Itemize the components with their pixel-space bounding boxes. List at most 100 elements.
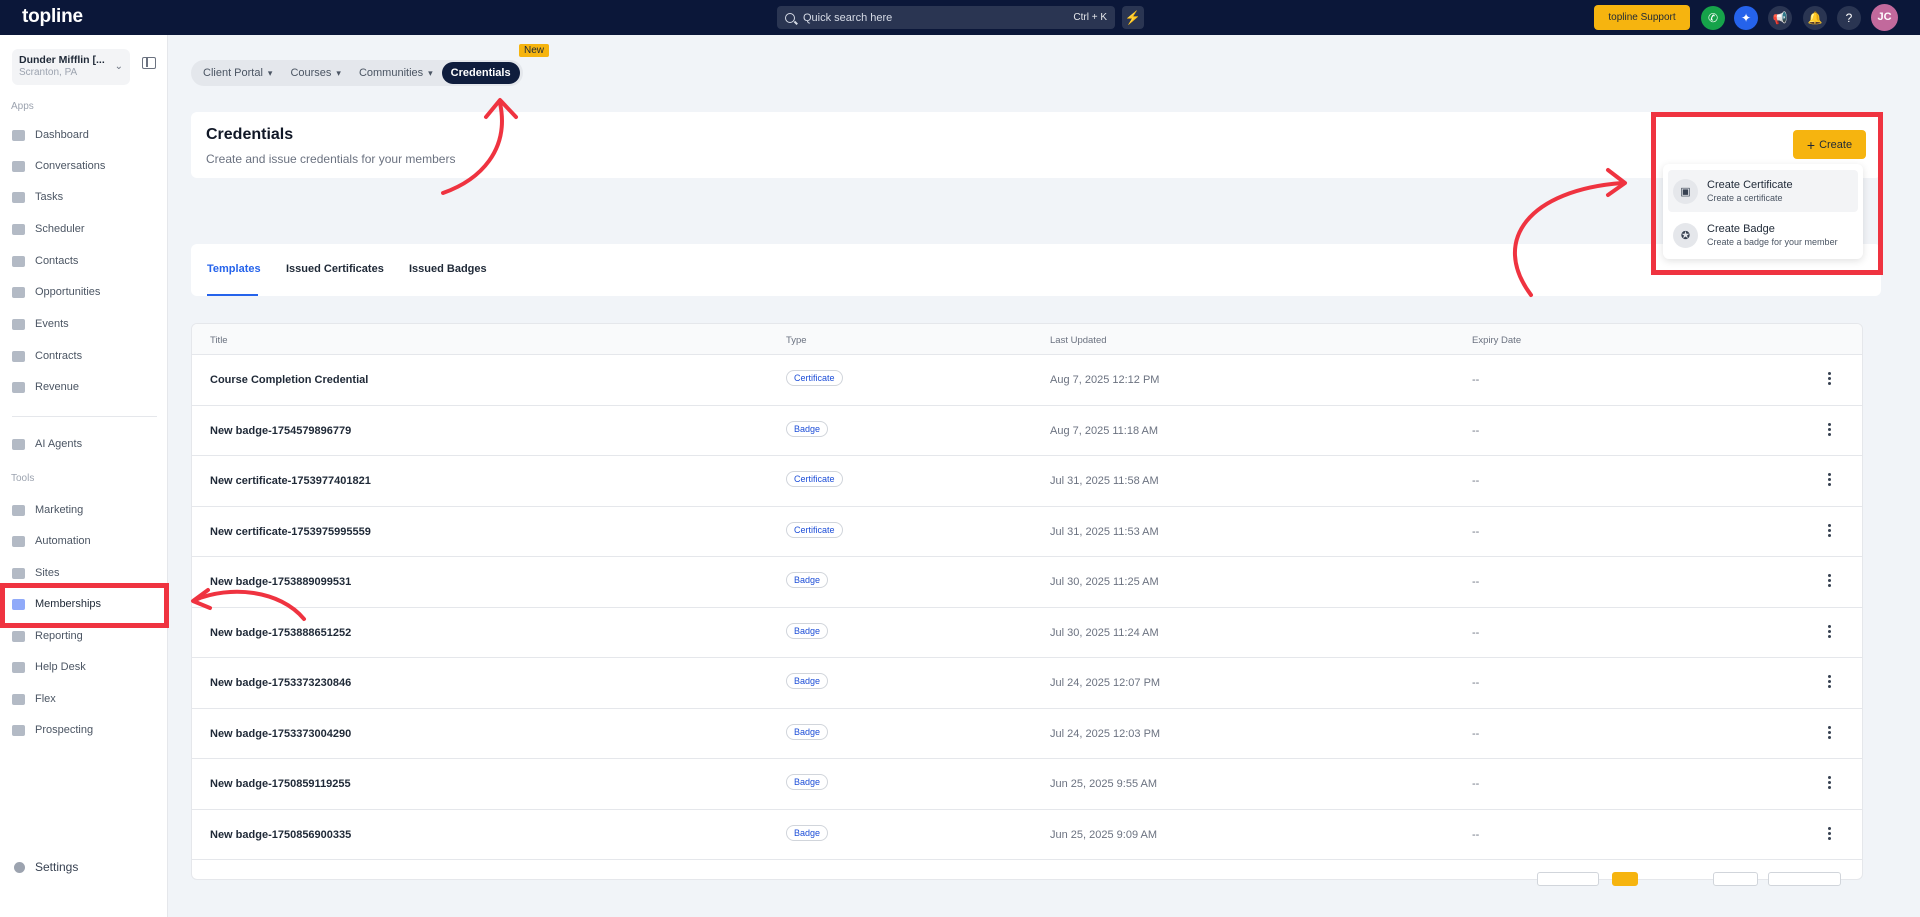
more-options-icon[interactable] <box>1828 523 1832 538</box>
row-last-updated: Aug 7, 2025 11:18 AM <box>1050 424 1159 437</box>
sidebar-item-prospecting[interactable]: Prospecting <box>12 720 93 740</box>
row-title[interactable]: New badge-1750856900335 <box>210 829 351 841</box>
more-options-icon[interactable] <box>1828 473 1832 487</box>
sidebar-item-reporting[interactable]: Reporting <box>12 626 83 646</box>
bell-icon[interactable]: 🔔 <box>1803 6 1827 30</box>
sidebar-item-revenue[interactable]: Revenue <box>12 377 79 397</box>
row-title[interactable]: New badge-1753373230846 <box>210 677 351 689</box>
user-avatar[interactable]: JC <box>1871 4 1898 31</box>
sidebar-item-opportunities[interactable]: Opportunities <box>12 282 100 302</box>
row-expiry-date: -- <box>1472 576 1480 588</box>
tab-issued-certificates[interactable]: Issued Certificates <box>286 263 384 275</box>
row-expiry-date: -- <box>1472 626 1480 639</box>
sparkle-icon <box>12 438 25 450</box>
sidebar-item-contacts[interactable]: Contacts <box>12 251 78 271</box>
row-title[interactable]: New badge-1753889099531 <box>210 576 351 588</box>
tasks-icon <box>12 191 25 203</box>
table-row[interactable]: New badge-1753888651252 Badge Jul 30, 2025… <box>192 608 1862 658</box>
sidebar-item-sites[interactable]: Sites <box>12 563 59 583</box>
more-options-icon[interactable] <box>1828 826 1832 841</box>
more-options-icon[interactable] <box>1828 675 1832 689</box>
help-icon[interactable]: ? <box>1837 6 1861 30</box>
row-title[interactable]: New badge-1753888651252 <box>210 627 351 639</box>
row-title[interactable]: New badge-1753373004290 <box>210 728 351 740</box>
nav-pill-client-portal[interactable]: Client Portal ▾ <box>194 62 281 84</box>
active-tab-indicator <box>207 294 258 296</box>
more-options-icon[interactable] <box>1828 776 1832 790</box>
sidebar-collapse-icon[interactable] <box>142 57 156 69</box>
tab-issued-badges[interactable]: Issued Badges <box>409 263 487 275</box>
sidebar-item-conversations[interactable]: Conversations <box>12 156 105 176</box>
nav-pill-courses[interactable]: Courses ▾ <box>281 62 350 84</box>
top-bar: topline Quick search here Ctrl + K ⚡ top… <box>0 0 1920 35</box>
row-title[interactable]: New certificate-1753975995559 <box>210 526 371 538</box>
type-badge: Certificate <box>786 471 843 487</box>
sidebar-item-dashboard[interactable]: Dashboard <box>12 125 89 145</box>
pagination-previous-button[interactable] <box>1537 872 1599 886</box>
pagination-next-button[interactable] <box>1713 872 1758 886</box>
column-header-expiry-date[interactable]: Expiry Date <box>1472 335 1521 346</box>
sidebar-item-scheduler[interactable]: Scheduler <box>12 219 85 239</box>
magic-wand-icon[interactable]: ✦ <box>1734 6 1758 30</box>
more-options-icon[interactable] <box>1828 372 1832 386</box>
type-badge: Badge <box>786 824 829 841</box>
table-row[interactable]: New badge-1753373230846 Badge Jul 24, 2025… <box>192 658 1862 709</box>
row-title[interactable]: Course Completion Credential <box>210 374 368 386</box>
table-header: Title Type Last Updated Expiry Date <box>192 324 1862 355</box>
app-logo[interactable]: topline <box>22 6 83 28</box>
lightning-icon[interactable]: ⚡ <box>1122 6 1144 29</box>
pagination-page-size-select[interactable] <box>1768 872 1841 886</box>
sidebar-item-contracts[interactable]: Contracts <box>12 346 82 366</box>
sidebar-item-settings[interactable]: Settings <box>14 860 78 874</box>
support-button[interactable]: topline Support <box>1594 5 1690 30</box>
column-header-type[interactable]: Type <box>786 335 807 346</box>
table-row[interactable]: New badge-1750856900335 Badge Jun 25, 2025… <box>192 810 1862 860</box>
row-title[interactable]: New badge-1754579896779 <box>210 425 351 437</box>
section-nav: Client Portal ▾ Courses ▾ Communities ▾ Cre… <box>191 60 523 86</box>
column-header-last-updated[interactable]: Last Updated <box>1050 335 1107 346</box>
more-options-icon[interactable] <box>1828 624 1832 639</box>
contracts-icon <box>12 350 25 362</box>
megaphone-icon[interactable]: 📢 <box>1768 6 1792 30</box>
account-switcher[interactable]: Dunder Mifflin [... Scranton, PA ⌄ <box>12 49 130 85</box>
sidebar-divider <box>12 416 157 417</box>
apps-section-label: Apps <box>11 101 34 112</box>
chevron-down-icon: ▾ <box>336 68 341 78</box>
nav-pill-communities[interactable]: Communities ▾ <box>350 62 442 84</box>
sidebar-item-flex[interactable]: Flex <box>12 689 56 709</box>
column-header-title[interactable]: Title <box>210 335 228 346</box>
sidebar-item-events[interactable]: Events <box>12 314 69 334</box>
more-options-icon[interactable] <box>1828 725 1832 740</box>
sidebar-item-tasks[interactable]: Tasks <box>12 187 63 207</box>
quick-search-input[interactable]: Quick search here Ctrl + K <box>777 6 1115 29</box>
phone-icon[interactable]: ✆ <box>1701 6 1725 30</box>
table-row[interactable]: New badge-1753889099531 Badge Jul 30, 2025… <box>192 557 1862 608</box>
annotation-box-memberships <box>0 583 169 628</box>
sidebar-item-marketing[interactable]: Marketing <box>12 500 83 520</box>
table-row[interactable]: New badge-1750859119255 Badge Jun 25, 2025… <box>192 759 1862 810</box>
table-row[interactable]: New badge-1753373004290 Badge Jul 24, 2025… <box>192 709 1862 759</box>
table-row[interactable]: New certificate-1753977401821 Certificate… <box>192 456 1862 507</box>
row-expiry-date: -- <box>1472 424 1480 437</box>
row-title[interactable]: New badge-1750859119255 <box>210 778 351 790</box>
row-expiry-date: -- <box>1472 475 1480 487</box>
tab-templates[interactable]: Templates <box>207 263 261 275</box>
more-options-icon[interactable] <box>1828 574 1832 588</box>
table-row[interactable]: Course Completion Credential Certificate A… <box>192 355 1862 406</box>
pagination-page-current[interactable] <box>1612 872 1638 886</box>
table-row[interactable]: New certificate-1753975995559 Certificate… <box>192 507 1862 557</box>
sidebar-item-ai-agents[interactable]: AI Agents <box>12 434 82 454</box>
table-row[interactable]: New badge-1754579896779 Badge Aug 7, 2025 … <box>192 406 1862 456</box>
row-expiry-date: -- <box>1472 374 1480 386</box>
prospecting-icon <box>12 724 25 736</box>
row-last-updated: Jun 25, 2025 9:55 AM <box>1050 778 1158 790</box>
search-icon <box>785 12 795 23</box>
revenue-icon <box>12 381 25 393</box>
dashboard-icon <box>12 129 25 141</box>
sidebar-item-automation[interactable]: Automation <box>12 531 91 551</box>
row-title[interactable]: New certificate-1753977401821 <box>210 475 371 487</box>
sidebar-item-help-desk[interactable]: Help Desk <box>12 657 86 677</box>
more-options-icon[interactable] <box>1828 422 1832 437</box>
nav-pill-credentials[interactable]: Credentials <box>441 62 520 84</box>
row-last-updated: Jul 24, 2025 12:07 PM <box>1050 677 1161 689</box>
